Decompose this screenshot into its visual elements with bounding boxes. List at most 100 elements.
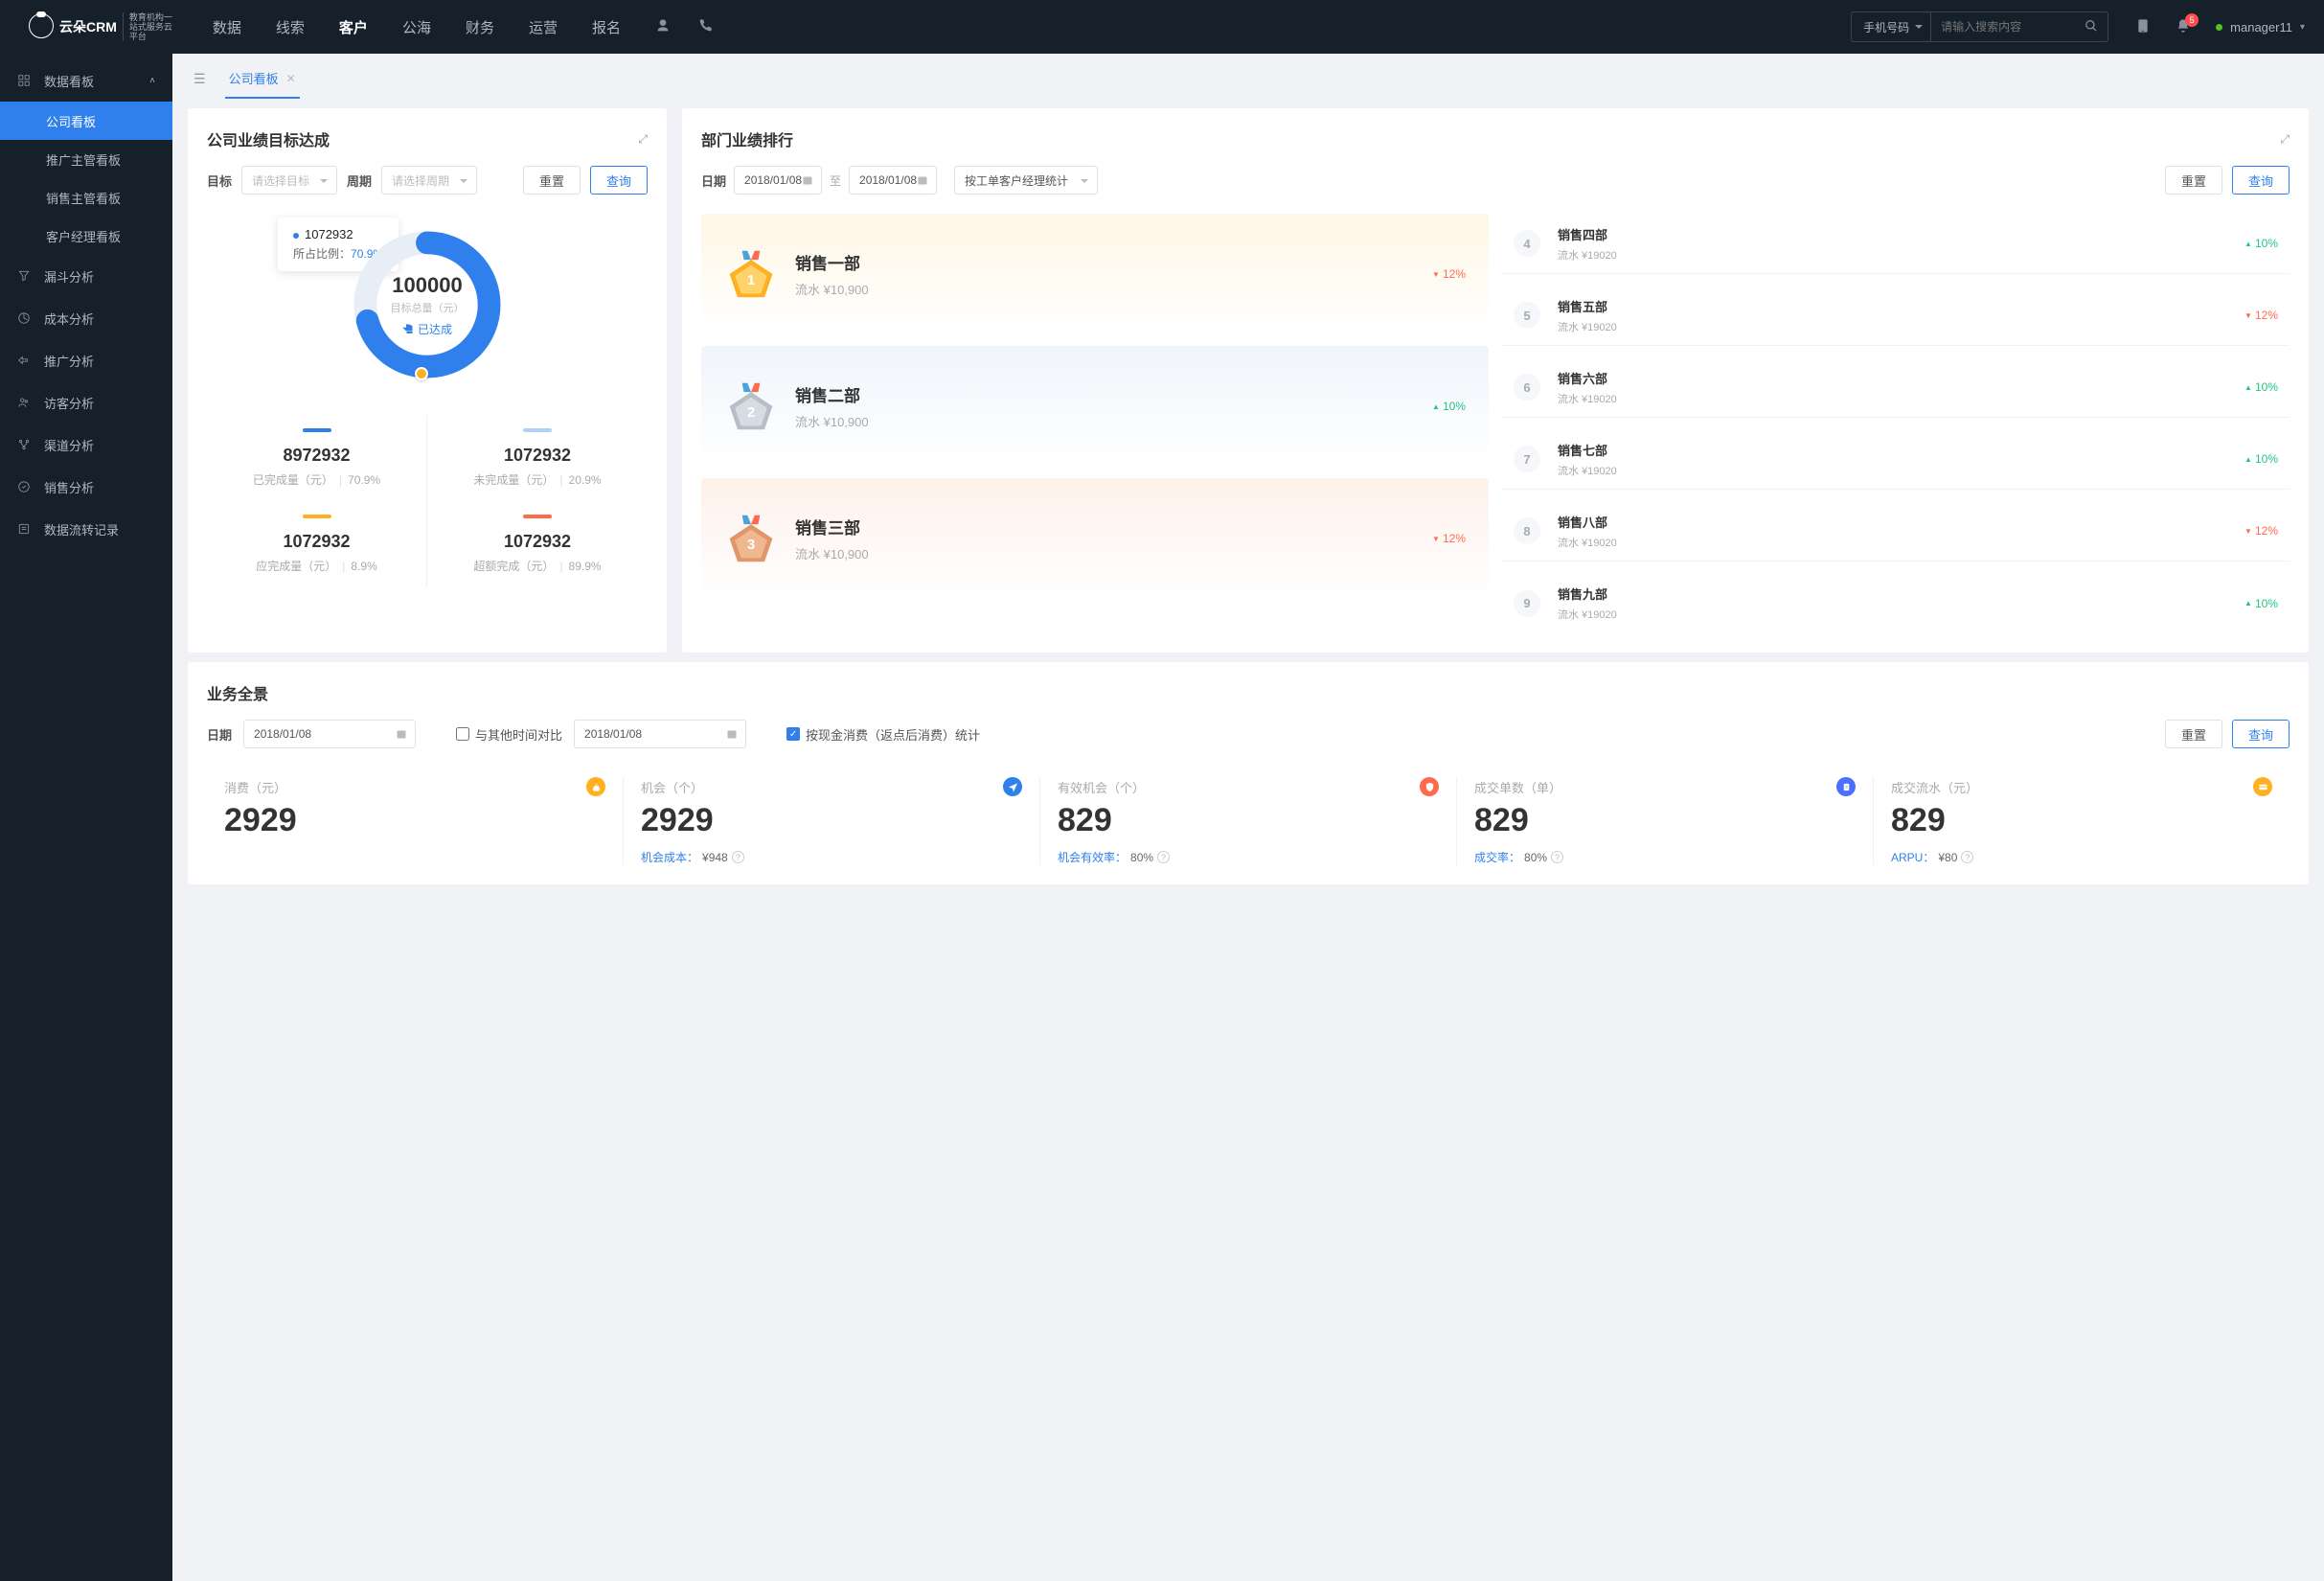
overview-query-button[interactable]: 查询 — [2232, 720, 2290, 748]
sidebar-item-promo-board[interactable]: 推广主管看板 — [0, 140, 172, 178]
rank-delta: ▲10% — [1432, 400, 1466, 413]
help-icon[interactable]: ? — [732, 851, 744, 863]
sidebar-group-label: 数据看板 — [44, 72, 94, 90]
rank-card-2[interactable]: 2 销售二部流水 ¥10,900 ▲10% — [701, 346, 1489, 467]
chevron-down-icon: ▾ — [2300, 22, 2305, 33]
svg-text:1: 1 — [747, 272, 755, 288]
main-nav: 数据 线索 客户 公海 财务 运营 报名 — [213, 17, 621, 37]
donut-knob-icon — [415, 367, 428, 380]
rank-stat-type-select[interactable]: 按工单客户经理统计 — [954, 166, 1098, 195]
stat-completed: 8972932已完成量（元）|70.9% — [207, 415, 427, 501]
expand-icon[interactable]: ⤢ — [638, 132, 648, 146]
sidebar-item-cost[interactable]: 成本分析 — [0, 297, 172, 339]
chevron-up-icon: ˄ — [149, 76, 155, 86]
sidebar-item-funnel[interactable]: 漏斗分析 — [0, 255, 172, 297]
sidebar-item-flow-log[interactable]: 数据流转记录 — [0, 508, 172, 550]
period-select[interactable]: 请选择周期 — [381, 166, 477, 195]
rank-card-3[interactable]: 3 销售三部流水 ¥10,900 ▼12% — [701, 478, 1489, 599]
overview-reset-button[interactable]: 重置 — [2165, 720, 2222, 748]
nav-data[interactable]: 数据 — [213, 17, 241, 37]
nav-public[interactable]: 公海 — [402, 17, 431, 37]
bronze-medal-icon: 3 — [724, 512, 778, 565]
cash-stat-checkbox[interactable]: ✓按现金消费（返点后消费）统计 — [786, 725, 980, 744]
sidebar-item-visitor[interactable]: 访客分析 — [0, 381, 172, 424]
user-menu[interactable]: manager11 ▾ — [2216, 20, 2305, 34]
checked-icon: ✓ — [786, 727, 800, 741]
user-icon[interactable] — [655, 18, 671, 36]
logo-text: 云朵CRM — [59, 17, 117, 36]
help-icon[interactable]: ? — [1157, 851, 1170, 863]
sidebar: 数据看板 ˄ 公司看板 推广主管看板 销售主管看板 客户经理看板 漏斗分析 成本… — [0, 54, 172, 1581]
overview-date2[interactable]: 2018/01/08 — [574, 720, 746, 748]
sidebar-item-company-board[interactable]: 公司看板 — [0, 102, 172, 140]
sidebar-item-manager-board[interactable]: 客户经理看板 — [0, 217, 172, 255]
metric-revenue: 成交流水（元） 829 ARPU：¥80? — [1874, 777, 2290, 865]
silver-medal-icon: 2 — [724, 379, 778, 433]
help-icon[interactable]: ? — [1551, 851, 1563, 863]
rank-row[interactable]: 8销售八部流水 ¥19020▼12% — [1502, 501, 2290, 561]
stat-expected: 1072932应完成量（元）|8.9% — [207, 501, 427, 587]
rank-row[interactable]: 5销售五部流水 ¥19020▼12% — [1502, 286, 2290, 346]
rank-card-1[interactable]: 1 销售一部流水 ¥10,900 ▼12% — [701, 214, 1489, 334]
help-icon[interactable]: ? — [1961, 851, 1973, 863]
shield-icon — [1420, 777, 1439, 796]
sidebar-group-dashboard[interactable]: 数据看板 ˄ — [0, 59, 172, 102]
rank-row[interactable]: 4销售四部流水 ¥19020▲10% — [1502, 214, 2290, 274]
goals-reset-button[interactable]: 重置 — [523, 166, 581, 195]
expand-icon[interactable]: ⤢ — [2280, 132, 2290, 146]
rank-delta: ▼12% — [1432, 267, 1466, 281]
donut-center-value: 100000 — [392, 273, 462, 298]
rank-row[interactable]: 9销售九部流水 ¥19020▲10% — [1502, 573, 2290, 633]
search-input[interactable] — [1931, 12, 2075, 41]
close-icon[interactable]: ✕ — [286, 72, 296, 85]
phone-icon[interactable] — [697, 18, 713, 36]
stat-exceed: 1072932超额完成（元）|89.9% — [427, 501, 648, 587]
stat-uncompleted: 1072932未完成量（元）|20.9% — [427, 415, 648, 501]
sales-icon — [17, 480, 31, 493]
search-type-select[interactable]: 手机号码 — [1852, 12, 1931, 41]
stats-grid: 8972932已完成量（元）|70.9% 1072932未完成量（元）|20.9… — [207, 415, 648, 587]
svg-text:3: 3 — [747, 537, 755, 553]
hamburger-icon[interactable]: ☰ — [188, 65, 212, 93]
mobile-icon[interactable] — [2135, 18, 2151, 36]
sidebar-item-promo[interactable]: 推广分析 — [0, 339, 172, 381]
target-select[interactable]: 请选择目标 — [241, 166, 337, 195]
search-icon[interactable] — [2075, 19, 2108, 35]
rank-reset-button[interactable]: 重置 — [2165, 166, 2222, 195]
nav-ops[interactable]: 运营 — [529, 17, 558, 37]
rankings-card: 部门业绩排行 ⤢ 日期 2018/01/08 至 2018/01/08 按工单客… — [682, 108, 2309, 653]
nav-leads[interactable]: 线索 — [276, 17, 305, 37]
rank-row[interactable]: 7销售七部流水 ¥19020▲10% — [1502, 429, 2290, 490]
rank-list: 4销售四部流水 ¥19020▲10% 5销售五部流水 ¥19020▼12% 6销… — [1502, 214, 2290, 633]
goals-query-button[interactable]: 查询 — [590, 166, 648, 195]
overview-date1[interactable]: 2018/01/08 — [243, 720, 416, 748]
sidebar-item-sales-board[interactable]: 销售主管看板 — [0, 178, 172, 217]
metrics-row: 消费（元） 2929 机会（个） 2929 机会成本：¥948? 有效机会（个）… — [207, 777, 2290, 865]
rank-date-to[interactable]: 2018/01/08 — [849, 166, 937, 195]
topbar: 云朵CRM 教育机构一站式服务云平台 数据 线索 客户 公海 财务 运营 报名 … — [0, 0, 2324, 54]
nav-enroll[interactable]: 报名 — [592, 17, 621, 37]
channel-icon — [17, 438, 31, 451]
log-icon — [17, 522, 31, 536]
topbar-right: 5 manager11 ▾ — [2135, 18, 2305, 36]
sidebar-item-channel[interactable]: 渠道分析 — [0, 424, 172, 466]
nav-finance[interactable]: 财务 — [466, 17, 494, 37]
rank-query-button[interactable]: 查询 — [2232, 166, 2290, 195]
rank-row[interactable]: 6销售六部流水 ¥19020▲10% — [1502, 357, 2290, 418]
document-icon — [1836, 777, 1856, 796]
tab-company-board[interactable]: 公司看板 ✕ — [225, 59, 300, 99]
overview-title: 业务全景 — [207, 681, 268, 704]
rank-date-from[interactable]: 2018/01/08 — [734, 166, 822, 195]
logo-mark-icon — [29, 13, 54, 38]
notification-icon[interactable]: 5 — [2176, 18, 2191, 36]
compare-checkbox[interactable]: 与其他时间对比 — [456, 725, 562, 744]
nav-customers[interactable]: 客户 — [339, 17, 368, 37]
money-bag-icon — [586, 777, 605, 796]
sidebar-item-sales[interactable]: 销售分析 — [0, 466, 172, 508]
logo[interactable]: 云朵CRM 教育机构一站式服务云平台 — [29, 12, 180, 41]
period-label: 周期 — [347, 172, 372, 190]
overview-date-label: 日期 — [207, 725, 232, 744]
send-icon — [1003, 777, 1022, 796]
calendar-icon — [917, 174, 928, 189]
metric-orders: 成交单数（单） 829 成交率：80%? — [1457, 777, 1874, 865]
